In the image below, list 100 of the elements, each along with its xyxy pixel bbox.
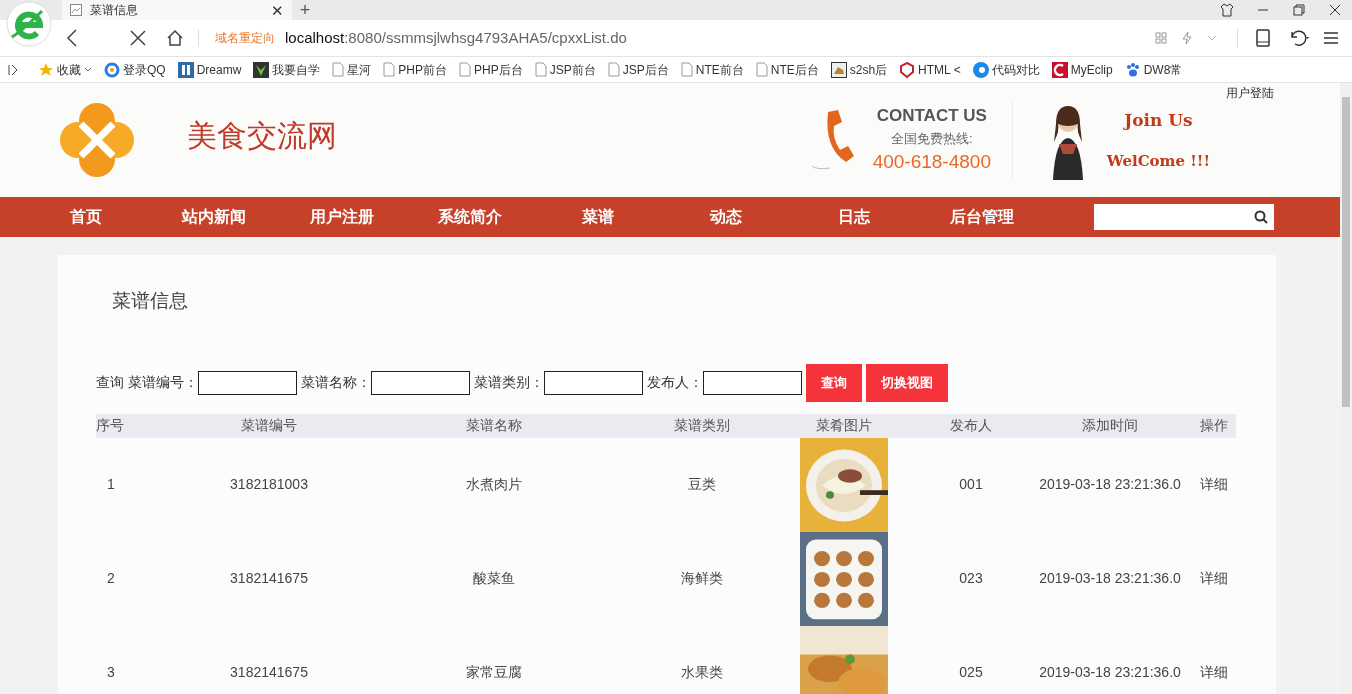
restore-icon[interactable] — [1292, 3, 1306, 17]
bookmark-item[interactable]: NTE后台 — [755, 60, 819, 79]
table-cell-text: 1 — [106, 475, 116, 494]
input-field[interactable] — [371, 370, 470, 395]
detail-link[interactable]: 详细 — [1191, 474, 1236, 495]
caret-icon — [84, 66, 92, 73]
bookmark-item[interactable]: 登录QQ — [104, 60, 166, 79]
nav-item[interactable]: 首页 — [22, 205, 150, 229]
new-tab-icon[interactable]: + — [292, 0, 318, 20]
field-label: 菜谱编号： — [128, 373, 198, 392]
nav-item[interactable]: 日志 — [790, 205, 918, 229]
page-icon — [332, 62, 345, 77]
input-field[interactable] — [544, 370, 643, 395]
table-cell-text: 海鲜类 — [680, 569, 724, 588]
page-heading: 菜谱信息 — [112, 289, 189, 313]
sidebar-toggle-icon[interactable] — [8, 63, 18, 76]
close-icon[interactable] — [1328, 3, 1342, 17]
table-cell-text: 3182141675 — [229, 663, 309, 682]
undo-icon[interactable] — [1288, 29, 1312, 47]
query-label: 查询 — [96, 373, 124, 392]
bookmark-item[interactable]: Dreamw — [177, 60, 242, 79]
browser-tab[interactable]: 菜谱信息 ✕ — [62, 0, 292, 20]
nav-item[interactable]: 动态 — [662, 205, 790, 229]
circle-icon — [972, 61, 989, 78]
table-cell-text: 2019-03-18 23:21:36.0 — [1038, 569, 1182, 588]
bookmark-item[interactable]: 我要自学 — [253, 60, 321, 79]
table-cell-text: 2 — [106, 569, 116, 588]
bookmark-item[interactable]: JSP后台 — [607, 60, 669, 79]
search-icon[interactable] — [1254, 210, 1268, 224]
lightning-icon[interactable] — [1181, 31, 1193, 45]
welcome-text: WelCome !!! — [1106, 150, 1210, 172]
input-field[interactable] — [198, 370, 297, 395]
join-text: Join Us — [1124, 109, 1193, 132]
nav-item[interactable]: 系统简介 — [406, 205, 534, 229]
home-icon[interactable] — [166, 29, 184, 47]
bookmark-item[interactable]: MyEclip — [1051, 60, 1113, 79]
page-icon — [459, 62, 472, 77]
shield-icon — [899, 61, 916, 78]
column-header: 操作 — [1198, 416, 1229, 435]
action-button[interactable]: 切换视图 — [866, 363, 948, 402]
shirt-icon[interactable] — [1220, 3, 1234, 17]
bookmark-item[interactable]: HTML < — [899, 60, 961, 79]
table-cell-text: 家常豆腐 — [465, 663, 523, 682]
column-header: 菜谱类别 — [673, 416, 731, 435]
column-header: 菜谱名称 — [465, 416, 523, 435]
bookmark-item[interactable]: 代码对比 — [972, 60, 1040, 79]
input-field[interactable] — [703, 370, 802, 395]
table-cell-text: 2019-03-18 23:21:36.0 — [1038, 663, 1182, 682]
app-icon — [1051, 61, 1068, 78]
bookmark-item[interactable]: JSP前台 — [534, 60, 596, 79]
column-header: 发布人 — [949, 416, 993, 435]
site-title: 美食交流网 — [187, 117, 337, 154]
login-link[interactable]: 用户登陆 — [1226, 84, 1274, 102]
bookmark-item[interactable]: PHP前台 — [383, 60, 448, 79]
bookmark-item[interactable]: PHP后台 — [459, 60, 523, 79]
bookmark-item[interactable]: 星河 — [332, 60, 372, 79]
back-icon[interactable] — [66, 29, 78, 47]
hotline-label: 全国免费热线: — [891, 129, 973, 148]
table-cell-text: 酸菜鱼 — [472, 569, 516, 588]
stop-icon[interactable] — [130, 30, 146, 46]
ring-icon — [104, 61, 120, 78]
field-label: 菜谱名称： — [301, 373, 371, 392]
nav-item[interactable]: 后台管理 — [918, 205, 1046, 229]
star-icon — [38, 61, 54, 78]
bookmark-item[interactable]: s2sh后 — [830, 60, 888, 79]
column-header: 序号 — [96, 416, 125, 435]
tab-title: 菜谱信息 — [90, 2, 139, 19]
action-button[interactable]: 查询 — [806, 363, 862, 402]
bookmark-item[interactable]: 收藏 — [38, 60, 92, 79]
search-field[interactable] — [1094, 204, 1274, 230]
logo-icon — [59, 102, 135, 178]
nav-item[interactable]: 站内新闻 — [150, 205, 278, 229]
app-icon — [177, 61, 194, 78]
nav-item[interactable]: 菜谱 — [534, 205, 662, 229]
bookmark-item[interactable]: NTE前台 — [680, 60, 744, 79]
leaf-icon — [253, 61, 270, 78]
paw-icon — [1124, 61, 1141, 78]
table-cell-text: 豆类 — [687, 475, 717, 494]
table-cell-text: 水果类 — [680, 663, 724, 682]
table-cell-text: 025 — [958, 663, 984, 682]
field-label: 发布人： — [647, 373, 703, 392]
column-header: 菜肴图片 — [815, 416, 873, 435]
page-icon — [383, 62, 396, 77]
column-header: 添加时间 — [1081, 416, 1139, 435]
table-cell-text: 3182181003 — [229, 475, 309, 494]
nav-item[interactable]: 用户注册 — [278, 205, 406, 229]
page-icon — [70, 4, 82, 16]
field-label: 菜谱类别： — [474, 373, 544, 392]
tablet-icon[interactable] — [1256, 29, 1270, 47]
bookmark-item[interactable]: DW8常 — [1124, 60, 1183, 79]
menu-icon[interactable] — [1324, 31, 1338, 45]
close-icon[interactable]: ✕ — [271, 2, 284, 18]
page-icon — [607, 62, 620, 77]
page-icon — [534, 62, 547, 77]
detail-link[interactable]: 详细 — [1191, 662, 1236, 683]
detail-link[interactable]: 详细 — [1191, 568, 1236, 589]
table-cell-text: 3182141675 — [229, 569, 309, 588]
animal-icon — [830, 61, 847, 78]
table-cell-text: 023 — [958, 569, 984, 588]
url-text[interactable]: localhost:8080/ssmmsjlwhsg4793AHA5/cpxxList.do — [285, 26, 627, 50]
